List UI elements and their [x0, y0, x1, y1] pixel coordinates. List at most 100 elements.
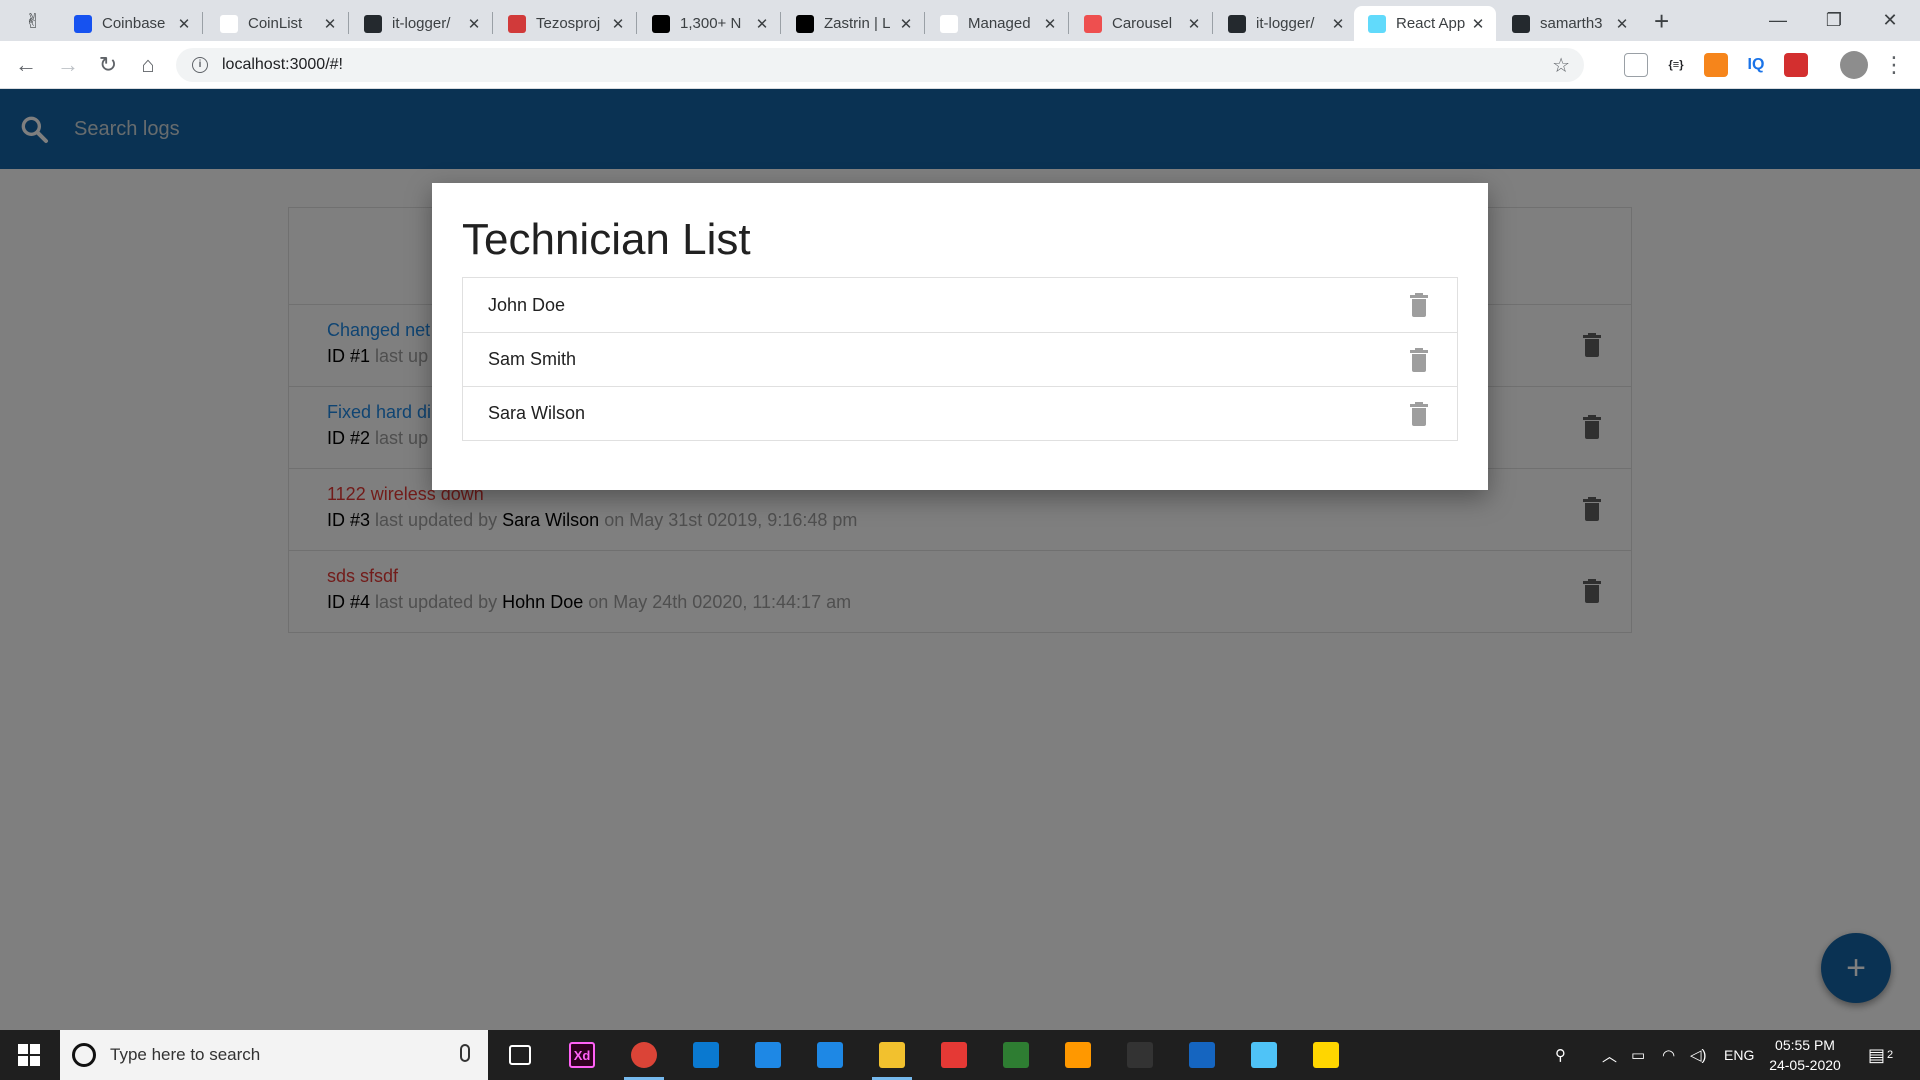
- extension-json-icon[interactable]: {≡}: [1664, 53, 1688, 77]
- extension-red-icon[interactable]: [1784, 53, 1808, 77]
- back-button[interactable]: ←: [12, 51, 40, 79]
- delete-trash-icon[interactable]: [1410, 348, 1428, 372]
- tab-close-icon[interactable]: ✕: [608, 15, 628, 33]
- home-icon[interactable]: ⌂: [134, 51, 162, 79]
- taskbar-search-box[interactable]: Type here to search: [60, 1030, 488, 1080]
- reload-button[interactable]: ↻: [94, 51, 122, 79]
- browser-tab-label: Managed: [968, 15, 1031, 32]
- tab-close-icon[interactable]: ✕: [1040, 15, 1060, 33]
- adobe-xd-icon: Xd: [569, 1042, 595, 1068]
- profile-avatar[interactable]: [1840, 51, 1868, 79]
- taskbar-app[interactable]: [1110, 1030, 1170, 1080]
- browser-tab[interactable]: Coinbase ✕: [60, 6, 202, 41]
- taskbar-app[interactable]: [800, 1030, 860, 1080]
- taskbar-app[interactable]: [924, 1030, 984, 1080]
- tab-separator: [1212, 12, 1213, 34]
- wifi-icon[interactable]: ◠: [1662, 1030, 1675, 1080]
- maps-icon: [1003, 1042, 1029, 1068]
- tab-close-icon[interactable]: ✕: [896, 15, 916, 33]
- browser-tab[interactable]: CoinList ✕: [206, 6, 348, 41]
- show-hidden-icons[interactable]: ︿: [1602, 1030, 1617, 1080]
- browser-tab[interactable]: Tezosproj ✕: [494, 6, 636, 41]
- browser-tab[interactable]: samarth3 ✕: [1498, 6, 1640, 41]
- forward-button[interactable]: →: [54, 51, 82, 79]
- browser-tab[interactable]: 1,300+ N ✕: [638, 6, 780, 41]
- chrome-menu-icon[interactable]: ⋮: [1880, 51, 1908, 79]
- new-tab-button[interactable]: +: [1654, 8, 1669, 34]
- people-icon[interactable]: ⚲: [1555, 1030, 1566, 1080]
- taskbar-app[interactable]: [986, 1030, 1046, 1080]
- delete-trash-icon[interactable]: [1410, 293, 1428, 317]
- tab-close-icon[interactable]: ✕: [1612, 15, 1632, 33]
- restore-button[interactable]: ❐: [1806, 4, 1862, 36]
- tab-close-icon[interactable]: ✕: [1328, 15, 1348, 33]
- minimize-button[interactable]: —: [1750, 4, 1806, 36]
- github-icon: [1228, 14, 1246, 33]
- coinbase-icon: [74, 14, 92, 33]
- technician-item: Sam Smith: [463, 332, 1457, 386]
- taskbar-app[interactable]: [676, 1030, 736, 1080]
- medium-icon: [652, 14, 670, 33]
- clock-date: 24-05-2020: [1769, 1057, 1841, 1073]
- battery-icon[interactable]: ▭: [1631, 1030, 1645, 1080]
- cortana-icon: [72, 1043, 96, 1067]
- taskbar-app[interactable]: [862, 1030, 922, 1080]
- app-viewport: Changed netID #1 last up Fixed hard diID…: [0, 89, 1920, 1030]
- tab-search-icon[interactable]: ✌: [18, 8, 48, 34]
- browser-tab[interactable]: Carousel ✕: [1070, 6, 1212, 41]
- extension-iq-icon[interactable]: IQ: [1744, 53, 1768, 77]
- tab-close-icon[interactable]: ✕: [464, 15, 484, 33]
- taskbar-app[interactable]: [1172, 1030, 1232, 1080]
- system-clock[interactable]: 05:55 PM 24-05-2020: [1760, 1035, 1850, 1075]
- browser-tab-label: it-logger/: [392, 15, 451, 32]
- taskbar-app[interactable]: [1296, 1030, 1356, 1080]
- vscode-icon: [693, 1042, 719, 1068]
- tab-separator: [202, 12, 203, 34]
- tab-separator: [924, 12, 925, 34]
- tab-close-icon[interactable]: ✕: [320, 15, 340, 33]
- coinlist-icon: [220, 14, 238, 33]
- azure-icon: [1251, 1042, 1277, 1068]
- sublime-icon: [1065, 1042, 1091, 1068]
- taskbar-app[interactable]: [614, 1030, 674, 1080]
- browser-tab-label: React App: [1396, 15, 1466, 32]
- technician-name: John Doe: [488, 294, 566, 315]
- browser-tab[interactable]: React App ✕: [1354, 6, 1496, 41]
- taskbar-app[interactable]: [1234, 1030, 1294, 1080]
- extension-metamask-icon[interactable]: [1704, 53, 1728, 77]
- site-info-icon[interactable]: i: [192, 57, 208, 73]
- browser-tab[interactable]: Zastrin | L ✕: [782, 6, 924, 41]
- address-bar[interactable]: i localhost:3000/#! ☆: [176, 48, 1584, 82]
- tab-close-icon[interactable]: ✕: [752, 15, 772, 33]
- delete-trash-icon[interactable]: [1410, 402, 1428, 426]
- browser-tab-label: Tezosproj: [536, 15, 601, 32]
- browser-tab[interactable]: it-logger/ ✕: [350, 6, 492, 41]
- technician-item: Sara Wilson: [463, 386, 1457, 440]
- technician-list-modal: Technician List John Doe Sam Smith Sara Wi…: [432, 183, 1488, 490]
- clock-time: 05:55 PM: [1775, 1037, 1835, 1053]
- taskbar-app[interactable]: Xd: [552, 1030, 612, 1080]
- safari-icon: [817, 1042, 843, 1068]
- notification-count: 2: [1887, 1049, 1894, 1061]
- extension-pocket-icon[interactable]: [1624, 53, 1648, 77]
- browser-tab[interactable]: Managed ✕: [926, 6, 1068, 41]
- tab-close-icon[interactable]: ✕: [1184, 15, 1204, 33]
- tab-close-icon[interactable]: ✕: [174, 15, 194, 33]
- taskbar-app[interactable]: [490, 1030, 550, 1080]
- volume-icon[interactable]: ◁): [1690, 1030, 1707, 1080]
- git-icon: [941, 1042, 967, 1068]
- language-indicator[interactable]: ENG: [1724, 1030, 1754, 1080]
- sticky-notes-icon: [1313, 1042, 1339, 1068]
- github-icon: [1512, 14, 1530, 33]
- action-center-icon[interactable]: ▤ 2: [1868, 1030, 1893, 1080]
- taskbar-app[interactable]: [1048, 1030, 1108, 1080]
- close-window-button[interactable]: ✕: [1862, 4, 1918, 36]
- browser-tab-strip: ✌ Coinbase ✕ CoinList ✕ it-logger/✕ Tezosproj…: [0, 0, 1920, 41]
- microphone-icon[interactable]: [460, 1044, 470, 1062]
- url-text[interactable]: localhost:3000/#!: [222, 56, 343, 74]
- tab-close-icon[interactable]: ✕: [1468, 15, 1488, 33]
- taskbar-app[interactable]: [738, 1030, 798, 1080]
- bookmark-star-icon[interactable]: ☆: [1552, 53, 1570, 78]
- windows-start-button[interactable]: [0, 1030, 58, 1080]
- browser-tab[interactable]: it-logger/ ✕: [1214, 6, 1356, 41]
